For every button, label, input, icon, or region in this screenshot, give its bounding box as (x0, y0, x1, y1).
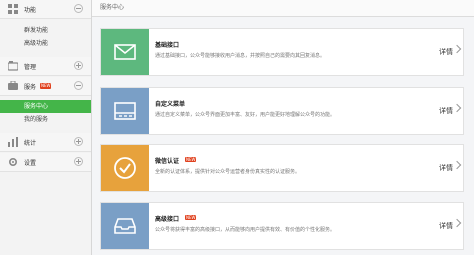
nav-group-label: 设置 (24, 159, 37, 167)
nav-group-stats[interactable]: 统计 (0, 133, 91, 152)
expand-icon[interactable] (74, 61, 83, 70)
card-thumbnail (101, 88, 149, 134)
check-icon (114, 157, 136, 179)
card-thumbnail (101, 203, 149, 249)
sidebar-item-advanced[interactable]: 高级功能 (0, 37, 91, 50)
details-link[interactable]: 详情 (439, 163, 453, 173)
chevron-right-icon (452, 160, 462, 170)
nav-group-service[interactable]: 服务 NEW (0, 77, 91, 96)
gear-icon (8, 157, 18, 167)
details-link[interactable]: 详情 (439, 106, 453, 116)
breadcrumb: 服务中心 (92, 0, 474, 17)
details-link[interactable]: 详情 (439, 221, 453, 231)
folder-icon (8, 61, 18, 71)
collapse-icon[interactable] (74, 81, 83, 90)
new-badge: NEW (185, 157, 197, 162)
menu-icon (114, 102, 136, 120)
nav-group-manage[interactable]: 管理 (0, 57, 91, 76)
card-thumbnail (101, 29, 149, 75)
chart-icon (8, 137, 18, 147)
service-card-verification[interactable]: 微信认证 NEW 全新的认证体系，提供针对公众号运营者身份真实性的认证服务。 详… (100, 144, 464, 192)
card-title: 基础接口 (155, 42, 180, 49)
nav-group-label: 管理 (24, 63, 37, 71)
card-title: 微信认证 (155, 158, 180, 165)
card-thumbnail (101, 145, 149, 191)
nav-group-settings[interactable]: 设置 (0, 153, 91, 172)
card-title: 自定义菜单 (155, 101, 186, 108)
sidebar: 功能 群发功能 高级功能 管理 服务 NEW 服务中心 我的服务 统计 设置 (0, 0, 92, 255)
expand-icon[interactable] (74, 137, 83, 146)
sidebar-item-service-center[interactable]: 服务中心 (0, 100, 91, 113)
sidebar-item-mass-send[interactable]: 群发功能 (0, 24, 91, 37)
nav-group-label: 服务 (24, 83, 37, 91)
chevron-right-icon (452, 218, 462, 228)
grid-icon (8, 4, 18, 14)
nav-group-label: 统计 (24, 139, 37, 147)
service-icon (8, 81, 18, 90)
expand-icon[interactable] (74, 157, 83, 166)
tray-icon (114, 218, 136, 234)
sidebar-item-my-services[interactable]: 我的服务 (0, 113, 91, 126)
main-content: 服务中心 基础接口 通过基础接口，公众号能够接收用户消息，并按照自己的需要向其回… (92, 0, 474, 255)
new-badge: NEW (185, 215, 197, 220)
card-description: 通过自定义菜单，公众号界面更加丰富、友好，用户能更好地理解公众号的功能。 (155, 112, 336, 118)
nav-group-label: 功能 (24, 6, 37, 14)
nav-group-features[interactable]: 功能 (0, 0, 91, 19)
collapse-icon[interactable] (74, 4, 83, 13)
details-link[interactable]: 详情 (439, 47, 453, 57)
chevron-right-icon (452, 44, 462, 54)
service-card-advanced-api[interactable]: 高级接口 NEW 公众号将获得丰富的高级接口，从而能够向用户提供有效、有价值的个… (100, 202, 464, 250)
card-description: 全新的认证体系，提供针对公众号运营者身份真实性的认证服务。 (155, 169, 301, 175)
new-badge: NEW (40, 83, 52, 89)
card-description: 通过基础接口，公众号能够接收用户消息，并按照自己的需要向其回复消息。 (155, 53, 326, 59)
chevron-right-icon (452, 103, 462, 113)
card-title: 高级接口 (155, 216, 180, 223)
mail-icon (114, 44, 136, 60)
service-card-basic-api[interactable]: 基础接口 通过基础接口，公众号能够接收用户消息，并按照自己的需要向其回复消息。 … (100, 28, 464, 76)
service-card-custom-menu[interactable]: 自定义菜单 通过自定义菜单，公众号界面更加丰富、友好，用户能更好地理解公众号的功… (100, 87, 464, 135)
card-description: 公众号将获得丰富的高级接口，从而能够向用户提供有效、有价值的个性化服务。 (155, 227, 336, 233)
